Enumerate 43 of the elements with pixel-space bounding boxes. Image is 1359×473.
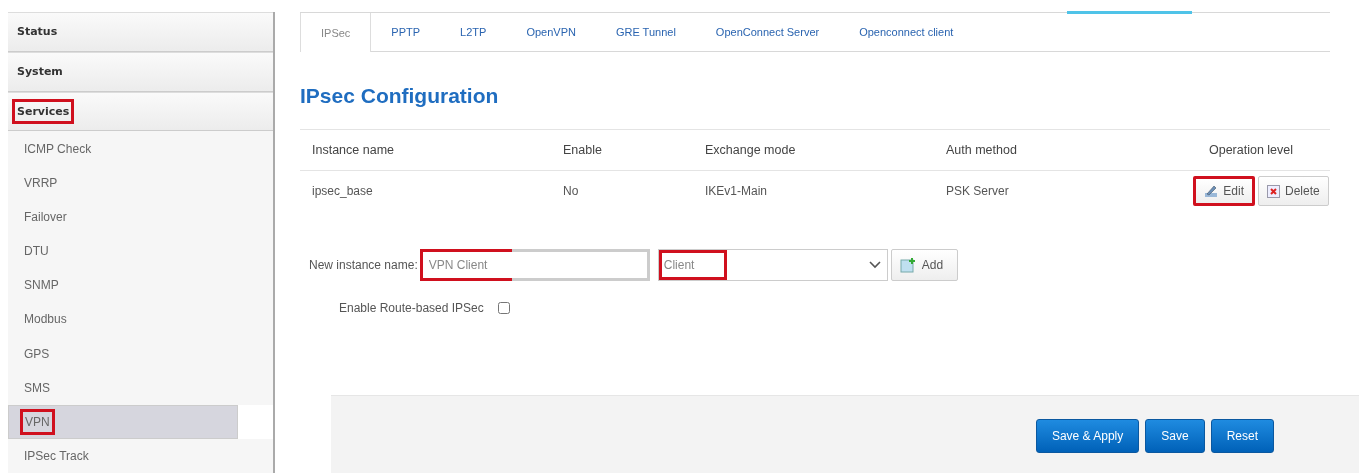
tab[interactable]: PPTP [371,13,441,51]
action-button[interactable]: Reset [1210,419,1274,453]
sidebar-item[interactable]: VPN [20,408,55,435]
chevron-down-icon [868,261,881,269]
add-button[interactable]: Add [890,249,959,281]
sidebar-item[interactable]: SMS [19,374,55,401]
sidebar-item[interactable]: Failover [19,203,72,230]
mode-dropdown[interactable]: Client [657,249,888,281]
column-header: Instance name [311,143,395,157]
tab[interactable]: L2TP [440,13,507,51]
edit-button[interactable]: Edit [1193,176,1255,206]
tab[interactable]: OpenVPN [506,13,596,51]
sidebar-item[interactable]: SNMP [19,272,64,299]
column-header: Auth method [946,143,1018,157]
sidebar-item[interactable]: DTU [19,238,54,265]
table-cell-text: No [563,184,580,198]
table-cell-text: PSK Server [946,184,1010,198]
column-header: Exchange mode [705,143,797,157]
page-title: IPsec Configuration [300,84,500,109]
sidebar-item[interactable]: VRRP [19,169,63,196]
action-button[interactable]: Save [1145,419,1205,453]
delete-icon [1267,184,1280,198]
field-label: New instance name: [309,258,418,272]
table-cell-text: IKEv1-Main [705,184,769,198]
delete-button[interactable]: Delete [1258,176,1329,206]
tab[interactable]: IPSec [300,13,372,52]
pencil-icon [1204,184,1219,198]
tab[interactable]: GRE Tunnel [595,13,696,51]
name-input-field[interactable]: VPN Client [419,249,650,281]
sidebar-item[interactable]: Modbus [19,306,72,333]
sidebar-item[interactable]: System [12,59,68,85]
checkbox-label: Enable Route-based IPSec [339,301,484,315]
table-cell-text: ipsec_base [311,184,374,198]
tab[interactable]: OpenConnect Server [695,13,840,51]
checkbox[interactable] [497,302,510,314]
column-header: Enable [563,143,603,157]
add-icon [899,257,916,273]
column-header: Operation level [1207,143,1295,157]
sidebar-item[interactable]: GPS [19,340,55,367]
sidebar-item[interactable]: Services [12,99,75,125]
action-button[interactable]: Save & Apply [1035,419,1140,453]
tab[interactable]: Openconnect client [839,13,974,51]
sidebar-item[interactable]: Status [12,19,63,45]
